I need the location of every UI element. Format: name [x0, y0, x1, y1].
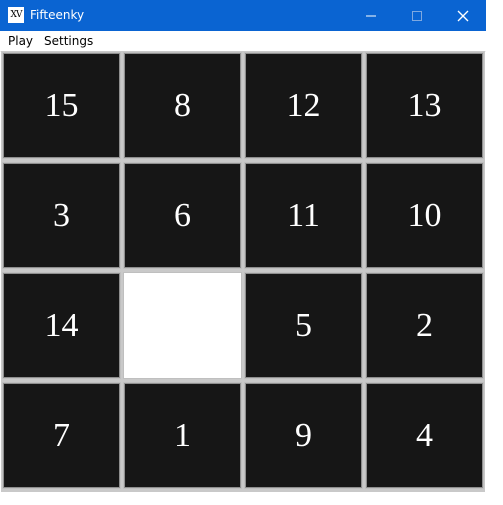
tile-8[interactable]: 8 — [123, 52, 242, 159]
minimize-icon — [366, 15, 376, 16]
menu-bar: Play Settings — [0, 31, 486, 52]
window-bottom-strip — [0, 492, 486, 495]
app-icon: XV — [8, 7, 24, 23]
close-button[interactable] — [440, 0, 486, 31]
tile-12[interactable]: 12 — [244, 52, 363, 159]
maximize-icon — [412, 10, 422, 21]
tile-14[interactable]: 14 — [2, 272, 121, 379]
puzzle-board: 15 8 12 13 3 6 11 10 14 5 2 7 1 9 4 — [1, 51, 485, 492]
tile-15[interactable]: 15 — [2, 52, 121, 159]
tile-9[interactable]: 9 — [244, 382, 363, 489]
tile-11[interactable]: 11 — [244, 162, 363, 269]
menu-settings[interactable]: Settings — [44, 33, 93, 49]
tile-6[interactable]: 6 — [123, 162, 242, 269]
tile-3[interactable]: 3 — [2, 162, 121, 269]
close-icon — [457, 10, 469, 21]
window-title: Fifteenky — [30, 8, 85, 22]
empty-slot[interactable] — [123, 272, 242, 379]
tile-7[interactable]: 7 — [2, 382, 121, 489]
tile-13[interactable]: 13 — [365, 52, 484, 159]
tile-5[interactable]: 5 — [244, 272, 363, 379]
minimize-button[interactable] — [348, 0, 394, 31]
tile-4[interactable]: 4 — [365, 382, 484, 489]
menu-play[interactable]: Play — [8, 33, 33, 49]
title-bar[interactable]: XV Fifteenky — [0, 0, 486, 31]
tile-1[interactable]: 1 — [123, 382, 242, 489]
tile-2[interactable]: 2 — [365, 272, 484, 379]
app-window: XV Fifteenky Play Settings 15 8 12 13 3 6 11 10… — [0, 0, 486, 495]
tile-10[interactable]: 10 — [365, 162, 484, 269]
maximize-button[interactable] — [394, 0, 440, 31]
